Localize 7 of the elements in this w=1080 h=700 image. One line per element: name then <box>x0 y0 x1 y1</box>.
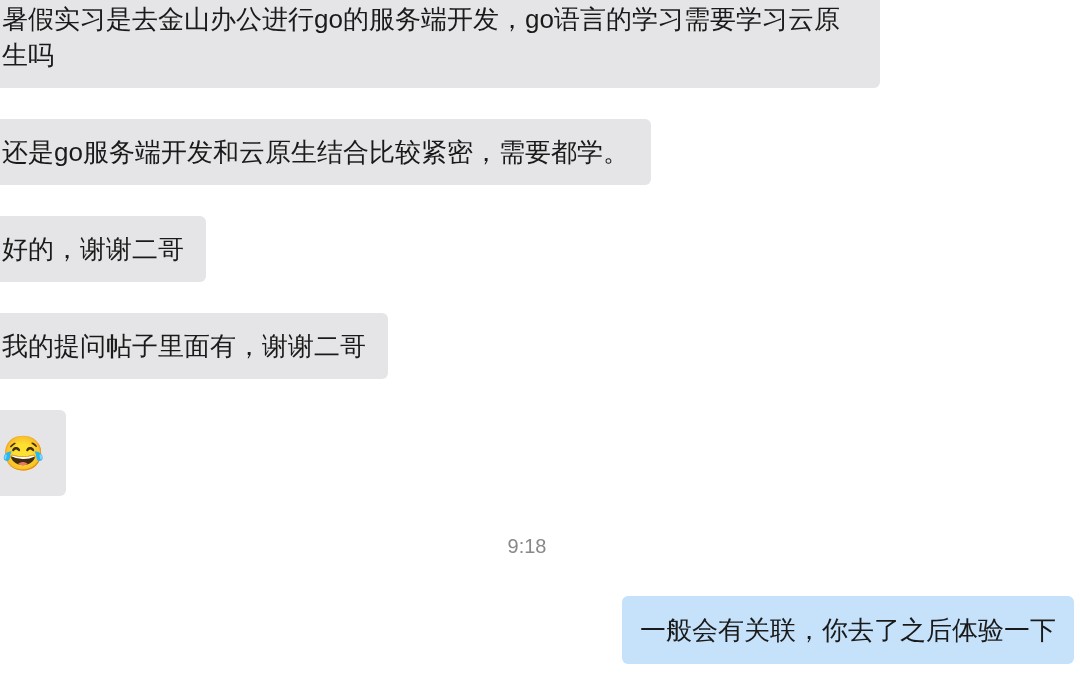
message-bubble: 好的，谢谢二哥 <box>0 216 206 282</box>
emoji-message: 😂 <box>0 410 66 496</box>
message-bubble: 一般会有关联，你去了之后体验一下 <box>622 596 1074 664</box>
message-bubble: 我的提问帖子里面有，谢谢二哥 <box>0 313 388 379</box>
message-bubble: 暑假实习是去金山办公进行go的服务端开发，go语言的学习需要学习云原生吗 <box>0 0 880 88</box>
timestamp: 9:18 <box>507 534 547 559</box>
message-bubble: 还是go服务端开发和云原生结合比较紧密，需要都学。 <box>0 119 651 185</box>
